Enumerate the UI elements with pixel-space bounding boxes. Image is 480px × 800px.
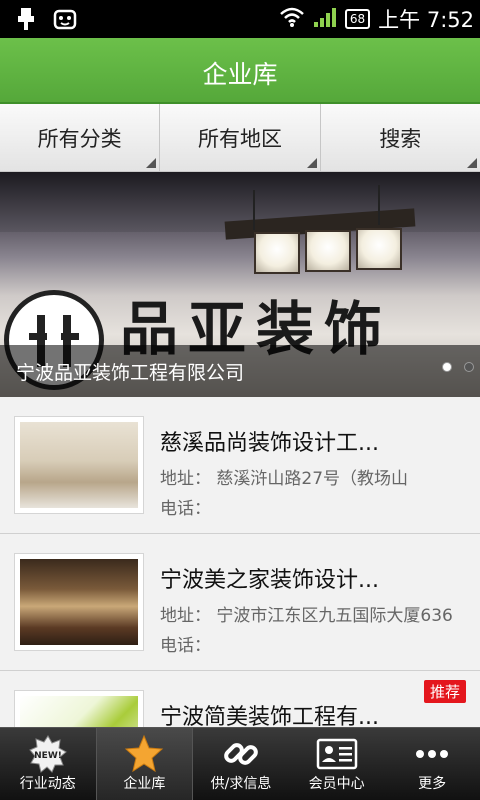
company-thumbnail — [14, 416, 144, 514]
wifi-icon — [279, 6, 305, 32]
star-icon — [124, 734, 164, 778]
pager-dot — [464, 362, 474, 372]
signal-icon — [313, 6, 337, 32]
banner-pager — [442, 362, 474, 372]
nav-more[interactable]: 更多 — [384, 728, 480, 800]
lamp-shade — [356, 228, 402, 270]
company-address: 地址： 慈溪浒山路27号（教场山 — [160, 464, 408, 489]
company-phone: 电话： — [160, 494, 211, 519]
thumbnail-image — [20, 696, 138, 727]
filter-category[interactable]: 所有分类 — [0, 104, 161, 171]
company-name: 宁波简美装饰工程有... — [160, 705, 379, 727]
svg-text:NEW!: NEW! — [34, 751, 62, 761]
dropdown-corner-icon — [146, 158, 157, 168]
filter-region-label: 所有地区 — [197, 126, 282, 151]
more-dots-icon — [412, 734, 452, 778]
address-label: 地址： — [160, 606, 211, 626]
dropdown-corner-icon — [466, 158, 477, 168]
address-label: 地址： — [160, 469, 211, 489]
usb-icon — [14, 6, 38, 36]
link-icon — [221, 734, 261, 778]
dropdown-corner-icon — [306, 158, 317, 168]
clock: 上午 7:52 — [378, 8, 474, 32]
company-phone: 电话： — [160, 631, 211, 656]
new-badge-icon: NEW! — [28, 734, 68, 778]
lamp-shade — [254, 232, 300, 274]
banner-caption[interactable]: 宁波品亚装饰工程有限公司 — [0, 345, 480, 397]
address-value: 慈溪浒山路27号（教场山 — [216, 469, 409, 489]
bottom-nav: NEW! 行业动态 企业库 供/求信息 会员中心 更多 — [0, 727, 480, 800]
status-bar: 68 上午 7:52 — [0, 0, 480, 38]
company-list: 慈溪品尚装饰设计工... 地址： 慈溪浒山路27号（教场山 电话： 宁波美之家装… — [0, 397, 480, 727]
pager-dot-active — [442, 362, 452, 372]
nav-supply-demand[interactable]: 供/求信息 — [193, 728, 289, 800]
lamp-shade — [305, 230, 351, 272]
company-name: 慈溪品尚装饰设计工... — [160, 431, 379, 456]
recommend-badge: 推荐 — [423, 680, 466, 703]
nav-member-center[interactable]: 会员中心 — [289, 728, 385, 800]
list-item[interactable]: 慈溪品尚装饰设计工... 地址： 慈溪浒山路27号（教场山 电话： — [0, 397, 480, 534]
lamp-wire — [253, 190, 255, 230]
list-item[interactable]: 宁波简美装饰工程有... 推荐 — [0, 671, 480, 727]
filter-category-label: 所有分类 — [37, 126, 122, 151]
filter-search-label: 搜索 — [379, 126, 422, 151]
banner-caption-text: 宁波品亚装饰工程有限公司 — [16, 362, 245, 384]
filter-search[interactable]: 搜索 — [321, 104, 480, 171]
thumbnail-image — [20, 422, 138, 508]
address-value: 宁波市江东区九五国际大厦636 — [216, 606, 453, 626]
battery-icon: 68 — [344, 9, 371, 29]
company-address: 地址： 宁波市江东区九五国际大厦636 — [160, 601, 453, 626]
member-card-icon — [315, 734, 359, 778]
company-thumbnail — [14, 690, 144, 727]
phone-label: 电话： — [160, 499, 211, 519]
android-icon — [52, 6, 78, 36]
lamp-wire — [378, 185, 380, 225]
filter-bar: 所有分类 所有地区 搜索 — [0, 104, 480, 172]
filter-region[interactable]: 所有地区 — [160, 104, 321, 171]
page-title: 企业库 — [202, 60, 278, 89]
title-bar: 企业库 — [0, 38, 480, 104]
nav-company-library[interactable]: 企业库 — [95, 728, 194, 800]
list-item[interactable]: 宁波美之家装饰设计... 地址： 宁波市江东区九五国际大厦636 电话： — [0, 534, 480, 671]
company-thumbnail — [14, 553, 144, 651]
nav-industry-news[interactable]: NEW! 行业动态 — [0, 728, 96, 800]
company-name: 宁波美之家装饰设计... — [160, 568, 379, 593]
thumbnail-image — [20, 559, 138, 645]
phone-label: 电话： — [160, 636, 211, 656]
